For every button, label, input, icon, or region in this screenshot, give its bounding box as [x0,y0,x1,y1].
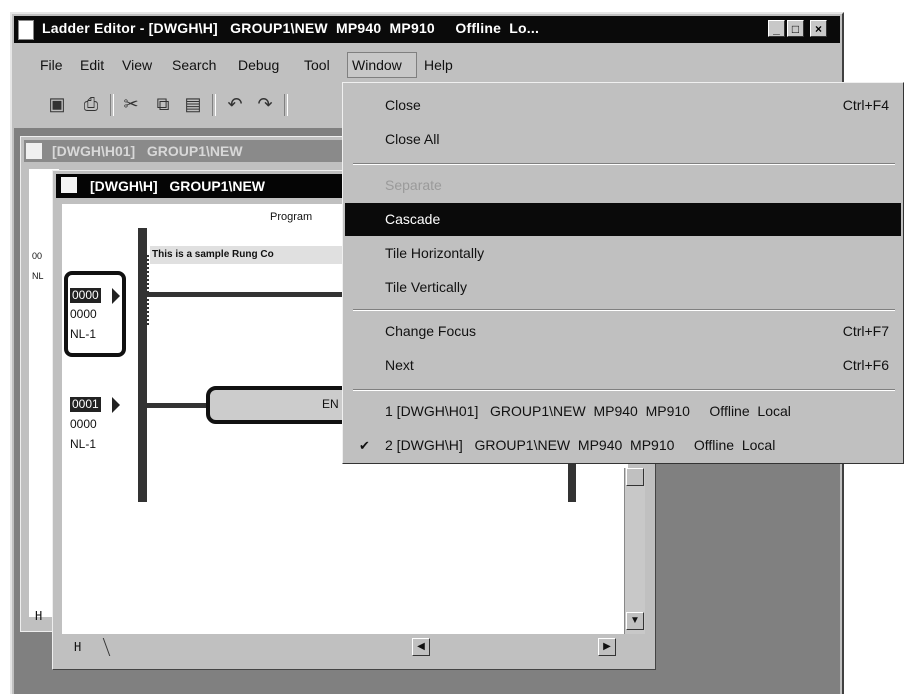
sheet-tab-label[interactable]: H [35,609,42,623]
scroll-down-icon[interactable]: ▼ [626,612,644,630]
scroll-left-icon[interactable]: ◀ [412,638,430,656]
menu-item-change-focus[interactable]: Change Focus Ctrl+F7 [345,315,901,348]
print-icon[interactable]: ⎙ [78,92,104,116]
menu-window-label: Window [352,57,402,73]
menu-tool[interactable]: Tool [304,57,330,73]
horizontal-scrollbar-row: H ◀ ▶ [62,636,644,658]
menu-help[interactable]: Help [424,57,453,73]
toolbar-separator [110,94,114,116]
rung-step: 0000 [70,307,97,321]
menu-item-shortcut: Ctrl+F7 [842,323,889,339]
scroll-right-icon[interactable]: ▶ [598,638,616,656]
toolbar-separator [284,94,288,116]
menu-search[interactable]: Search [172,57,216,73]
rung-line [568,464,576,502]
menu-item-label: Change Focus [385,323,477,339]
rung-number[interactable]: 0001 [70,397,101,412]
rung-nesting: NL-1 [70,327,97,341]
rung-arrow-icon [112,288,120,304]
close-window-button[interactable]: × [810,20,827,37]
menu-item-window-2[interactable]: ✔ 2 [DWGH\H] GROUP1\NEW MP940 MP910 Offl… [345,429,901,462]
menu-view[interactable]: View [122,57,152,73]
row-label: NL [32,271,44,281]
program-label: Program [270,211,313,223]
rung-step: 0000 [70,417,97,431]
menu-item-shortcut: Ctrl+F6 [842,357,889,373]
rung-line [147,292,345,297]
menu-window[interactable]: Window [347,52,417,78]
checkmark-icon: ✔ [359,438,370,453]
menu-item-label: 2 [DWGH\H] GROUP1\NEW MP940 MP910 Offlin… [385,437,776,453]
menu-separator [353,309,895,311]
menu-item-tile-horizontally[interactable]: Tile Horizontally [345,237,901,270]
rung-nesting: NL-1 [70,437,97,451]
toolbar-separator [212,94,216,116]
menu-debug[interactable]: Debug [238,57,279,73]
app-icon[interactable] [18,20,34,40]
window-title: Ladder Editor - [DWGH\H] GROUP1\NEW MP94… [42,20,540,36]
function-block-label: EN [322,397,339,411]
menu-item-shortcut: Ctrl+F4 [842,97,889,113]
menu-bar: File Edit View Search Debug Tool Help [14,50,840,78]
title-bar[interactable]: Ladder Editor - [DWGH\H] GROUP1\NEW MP94… [14,16,840,43]
cut-icon[interactable]: ✂ [118,92,144,116]
menu-item-next[interactable]: Next Ctrl+F6 [345,349,901,382]
row-label: 00 [32,251,43,261]
document-icon [26,143,42,159]
menu-item-cascade[interactable]: Cascade [345,203,901,236]
minimize-button[interactable]: _ [768,20,785,37]
menu-item-label: Separate [385,177,442,193]
document-icon [61,177,77,193]
rung-line [147,403,207,408]
menu-item-separate: Separate [345,169,901,202]
menu-item-label: Close All [385,131,440,147]
menu-separator [353,163,895,165]
menu-item-label: 1 [DWGH\H01] GROUP1\NEW MP940 MP910 Offl… [385,403,791,419]
menu-item-window-1[interactable]: 1 [DWGH\H01] GROUP1\NEW MP940 MP910 Offl… [345,395,901,428]
paste-icon[interactable]: ▤ [180,92,206,116]
rung-arrow-icon [112,397,120,413]
window-menu-dropdown: Close Ctrl+F4 Close All Separate Cascade… [342,82,904,464]
rung-number: 0000 [70,288,101,303]
copy-icon[interactable]: ⧉ [150,92,176,116]
menu-item-label: Tile Horizontally [385,245,485,261]
menu-item-label: Tile Vertically [385,279,467,295]
sheet-tab-label[interactable]: H [74,640,81,654]
menu-item-close-all[interactable]: Close All [345,123,901,156]
menu-item-label: Cascade [385,211,441,227]
sheet-tab-edge [102,638,115,656]
scrollbar-thumb[interactable] [626,468,644,486]
menu-file[interactable]: File [40,57,63,73]
menu-edit[interactable]: Edit [80,57,104,73]
menu-item-label: Next [385,357,414,373]
menu-item-label: Close [385,97,421,113]
vertical-scrollbar[interactable]: ▼ [624,468,645,634]
redo-icon[interactable]: ↷ [252,92,278,116]
rung-comment[interactable]: This is a sample Rung Co [150,246,352,264]
menu-item-tile-vertically[interactable]: Tile Vertically [345,271,901,304]
menu-item-close[interactable]: Close Ctrl+F4 [345,89,901,122]
save-icon[interactable]: ▣ [44,92,70,116]
power-rail [138,228,147,502]
undo-icon[interactable]: ↶ [222,92,248,116]
child-window-h01-title[interactable]: [DWGH\H01] GROUP1\NEW [24,140,378,162]
menu-separator [353,389,895,391]
maximize-button[interactable]: □ [787,20,804,37]
power-rail-ticks [147,255,149,325]
